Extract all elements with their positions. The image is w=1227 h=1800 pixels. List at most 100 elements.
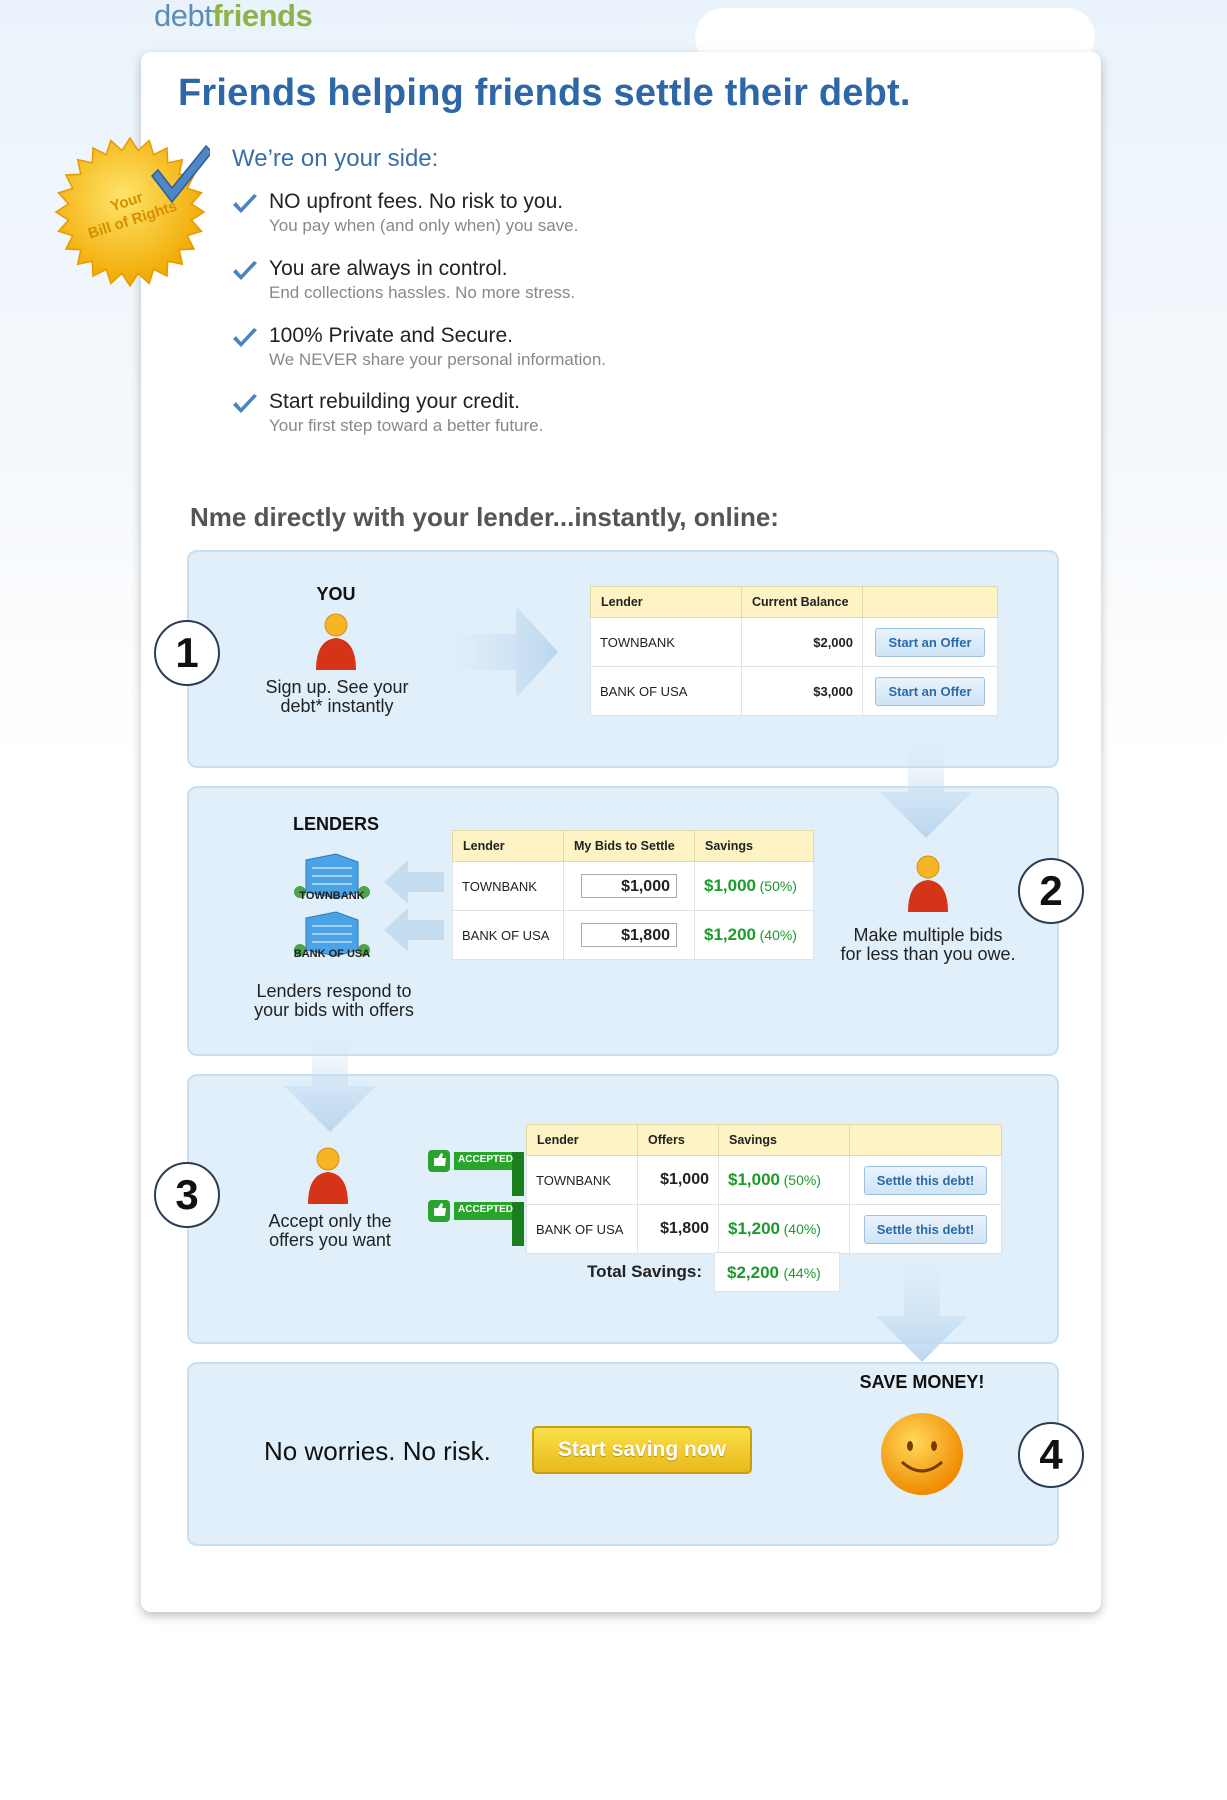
step2-left-caption-line1: Lenders respond to [256, 981, 412, 1001]
balance-cell: $3,000 [741, 666, 863, 716]
benefit-title: 100% Private and Secure. [269, 324, 513, 347]
lender-cell: TOWNBANK [452, 861, 564, 911]
checkmark-icon [233, 194, 257, 213]
benefit-title: Start rebuilding your credit. [269, 390, 520, 413]
column-header: Lender [590, 586, 742, 618]
checkmark-icon [233, 394, 257, 413]
table-row: BANK OF USA $1,800 $1,200 (40%) [452, 910, 814, 960]
savings-percent: (40%) [783, 1221, 821, 1237]
lender-cell: BANK OF USA [590, 666, 742, 716]
lender-cell: TOWNBANK [590, 617, 742, 667]
savings-amount: $1,200 [728, 1219, 780, 1238]
section-title: Nme directly with your lender...instantl… [190, 502, 779, 532]
lender-cell: BANK OF USA [526, 1204, 638, 1254]
settle-debt-button[interactable]: Settle this debt! [863, 1214, 988, 1244]
benefit-subtitle: Your first step toward a better future. [269, 416, 544, 435]
start-saving-button[interactable]: Start saving now [532, 1426, 752, 1474]
no-worries-tagline: No worries. No risk. [264, 1436, 491, 1466]
column-header: My Bids to Settle [563, 830, 695, 862]
savings-amount: $1,000 [704, 876, 756, 895]
step-number-3: 3 [154, 1162, 220, 1228]
column-header: Savings [694, 830, 814, 862]
bid-amount-input[interactable]: $1,000 [581, 874, 677, 898]
savings-percent: (50%) [783, 1172, 821, 1188]
total-savings-value: $2,200 [727, 1263, 779, 1282]
benefit-title: You are always in control. [269, 257, 508, 280]
savings-amount: $1,200 [704, 925, 756, 944]
step3-caption: Accept only the offers you want [240, 1212, 420, 1250]
bank-label-townbank: TOWNBANK [299, 890, 365, 902]
checkmark-icon [233, 261, 257, 280]
column-header: Lender [526, 1124, 638, 1156]
save-money-label: SAVE MONEY! [859, 1372, 985, 1392]
on-your-side-heading: We’re on your side: [232, 145, 439, 172]
savings-percent: (40%) [759, 927, 797, 943]
person-icon [316, 613, 356, 670]
offer-cell: $1,000 [637, 1155, 719, 1205]
step3-caption-line1: Accept only the [268, 1211, 392, 1231]
table-row: TOWNBANK $1,000 $1,000 (50%) [452, 861, 814, 911]
step2-lenders-label: LENDERS [292, 814, 379, 834]
step1-caption-line1: Sign up. See your [265, 677, 409, 697]
column-header [849, 1124, 1002, 1156]
table-row: BANK OF USA $3,000 Start an Offer [590, 666, 998, 716]
checkmark-icon [233, 328, 257, 347]
smiley-face-icon [881, 1413, 963, 1495]
arrow-left-icon [384, 908, 444, 952]
person-icon [908, 855, 948, 912]
settle-debt-button[interactable]: Settle this debt! [863, 1165, 988, 1195]
arrow-down-icon [880, 738, 972, 838]
step-number-2: 2 [1018, 858, 1084, 924]
accepted-badge: ACCEPTED [428, 1198, 524, 1246]
column-header: Lender [452, 830, 564, 862]
table-row: TOWNBANK $1,000 $1,000 (50%) Settle this… [526, 1155, 1002, 1205]
page-headline: Friends helping friends settle their deb… [178, 72, 911, 114]
step2-bids-table: Lender My Bids to Settle Savings TOWNBAN… [452, 830, 814, 960]
bank-label-bank-of-usa: BANK OF USA [293, 948, 371, 960]
savings-percent: (50%) [759, 878, 797, 894]
savings-amount: $1,000 [728, 1170, 780, 1189]
accepted-label: ACCEPTED [458, 1204, 514, 1215]
arrow-right-icon [448, 606, 558, 698]
step2-right-caption-line2: for less than you owe. [840, 944, 1016, 964]
accepted-badge: ACCEPTED [428, 1148, 524, 1196]
start-offer-button[interactable]: Start an Offer [875, 676, 985, 706]
accepted-label: ACCEPTED [458, 1154, 514, 1165]
step1-label: YOU [316, 584, 356, 604]
step3-offers-table: Lender Offers Savings TOWNBANK $1,000 $1… [526, 1124, 1002, 1254]
table-row: TOWNBANK $2,000 Start an Offer [590, 617, 998, 667]
step2-left-caption: Lenders respond to your bids with offers [244, 982, 424, 1020]
bid-amount-input[interactable]: $1,800 [581, 923, 677, 947]
arrow-down-icon [876, 1262, 968, 1362]
table-row: BANK OF USA $1,800 $1,200 (40%) Settle t… [526, 1204, 1002, 1254]
brand-logo-part2: friends [212, 0, 313, 33]
balance-cell: $2,000 [741, 617, 863, 667]
step1-caption: Sign up. See your debt* instantly [246, 678, 428, 716]
person-icon [308, 1147, 348, 1204]
step1-balance-table: Lender Current Balance TOWNBANK $2,000 S… [590, 586, 998, 716]
step3-caption-line2: offers you want [269, 1230, 391, 1250]
column-header [862, 586, 998, 618]
start-offer-button[interactable]: Start an Offer [875, 627, 985, 657]
column-header: Savings [718, 1124, 850, 1156]
column-header: Offers [637, 1124, 719, 1156]
step2-right-caption: Make multiple bids for less than you owe… [828, 926, 1028, 964]
benefit-title: NO upfront fees. No risk to you. [269, 190, 564, 213]
brand-logo[interactable]: debtfriends [154, 0, 313, 34]
step2-left-caption-line2: your bids with offers [254, 1000, 414, 1020]
arrow-left-icon [384, 860, 444, 904]
lender-cell: TOWNBANK [526, 1155, 638, 1205]
step2-right-caption-line1: Make multiple bids [853, 925, 1003, 945]
lender-cell: BANK OF USA [452, 910, 564, 960]
offer-cell: $1,800 [637, 1204, 719, 1254]
total-savings-label: Total Savings: [587, 1262, 702, 1281]
brand-logo-part1: debt [154, 0, 213, 33]
benefit-subtitle: We NEVER share your personal information… [269, 350, 607, 369]
arrow-down-icon [284, 1032, 376, 1132]
step-number-1: 1 [154, 620, 220, 686]
step1-caption-line2: debt* instantly [280, 696, 394, 716]
bill-of-rights-seal-icon: Your Bill of Rights [50, 132, 214, 292]
benefit-subtitle: You pay when (and only when) you save. [269, 216, 579, 235]
benefit-subtitle: End collections hassles. No more stress. [269, 283, 576, 302]
total-savings-percent: (44%) [783, 1265, 821, 1281]
